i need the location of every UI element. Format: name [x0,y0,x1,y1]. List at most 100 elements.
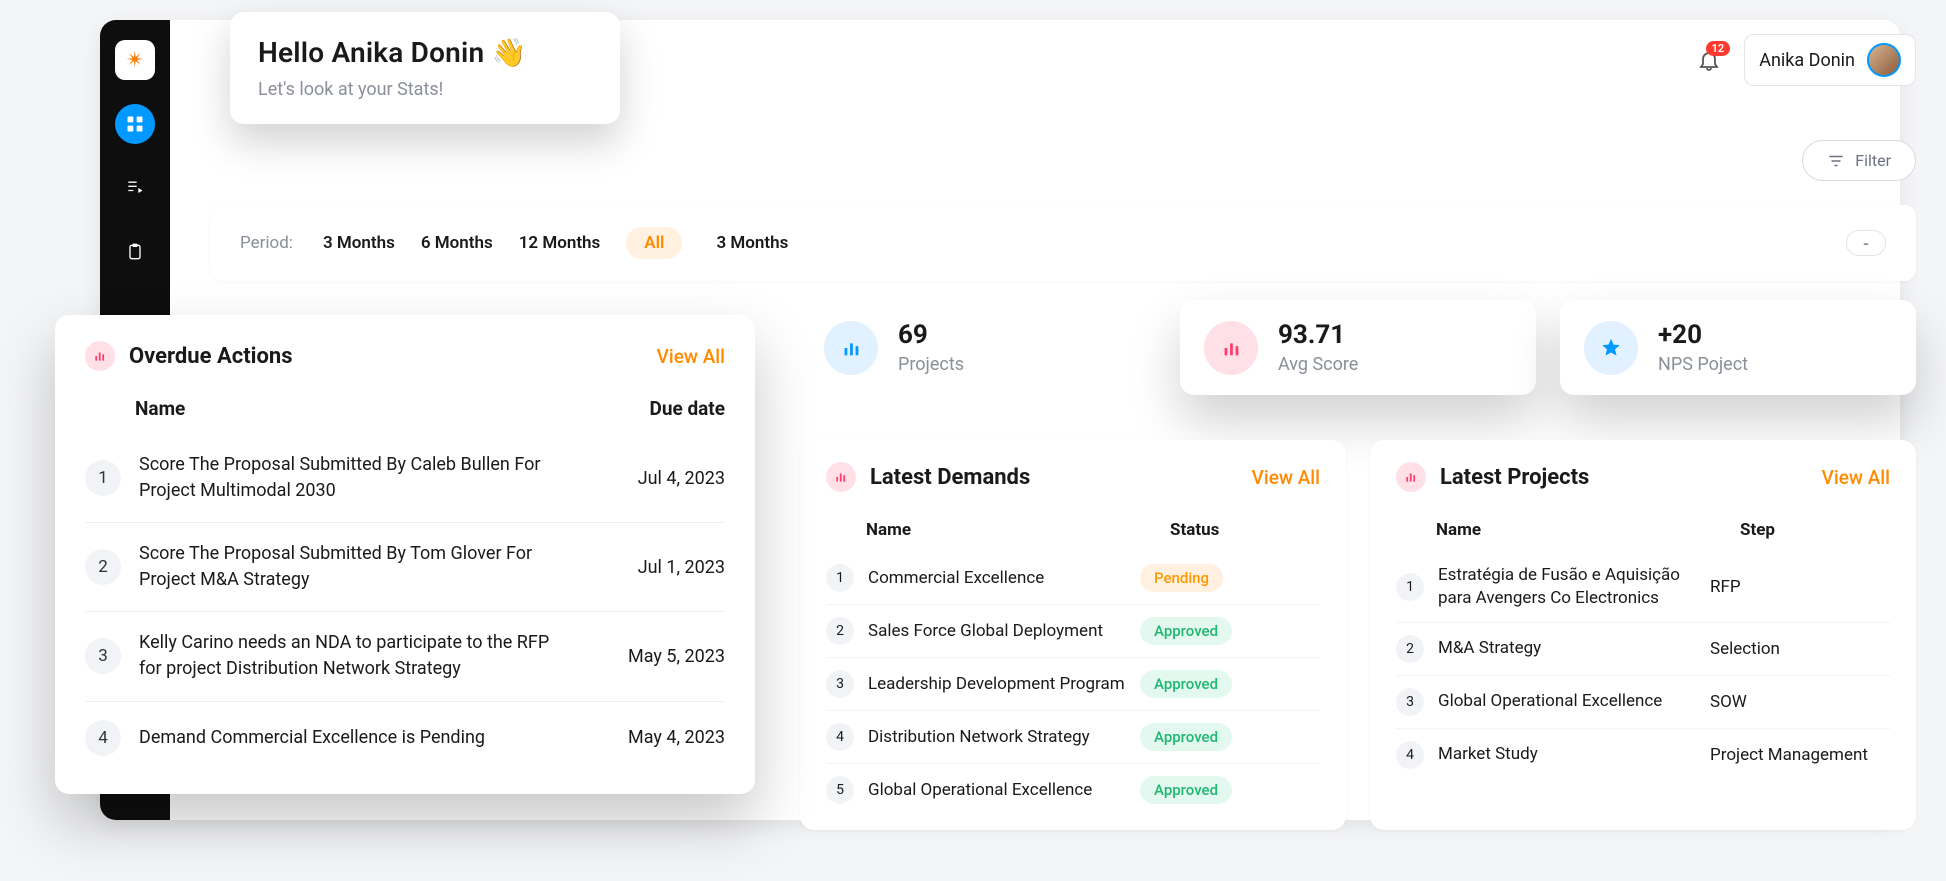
overdue-row[interactable]: 2 Score The Proposal Submitted By Tom Gl… [85,522,725,611]
stat-projects-value: 69 [898,320,964,350]
bars-icon [1396,462,1426,492]
demand-row[interactable]: 5 Global Operational Excellence Approved [826,763,1320,816]
overdue-row[interactable]: 1 Score The Proposal Submitted By Caleb … [85,434,725,522]
status-badge: Approved [1140,776,1232,804]
demands-title: Latest Demands [870,465,1030,490]
notifications-badge: 12 [1706,41,1731,56]
row-index: 3 [85,638,121,674]
project-row[interactable]: 1 Estratégia de Fusão e Aquisição para A… [1396,552,1890,622]
overdue-row-name: Kelly Carino needs an NDA to participate… [139,630,555,682]
period-option-12m[interactable]: 12 Months [519,233,601,253]
greeting-subtitle: Let's look at your Stats! [258,79,592,100]
stats-row: 69 Projects 93.71 Avg Score +20 NPS Poje… [800,300,1946,395]
notifications-button[interactable]: 12 [1694,45,1724,75]
stat-nps-label: NPS Poject [1658,354,1748,375]
demands-col-name: Name [866,520,1170,540]
stat-projects-label: Projects [898,354,964,375]
projects-title: Latest Projects [1440,465,1589,490]
demand-row-name: Global Operational Excellence [868,779,1140,802]
latest-demands-card: Latest Demands View All Name Status 1 Co… [800,440,1346,830]
overdue-col-due: Due date [555,397,725,420]
row-index: 4 [1396,741,1424,769]
overdue-row-due: Jul 4, 2023 [555,468,725,489]
project-row-step: SOW [1710,692,1890,712]
demand-row[interactable]: 4 Distribution Network Strategy Approved [826,710,1320,763]
row-index: 2 [826,617,854,645]
filter-button[interactable]: Filter [1802,140,1916,181]
project-row[interactable]: 2 M&A Strategy Selection [1396,622,1890,675]
user-menu[interactable]: Anika Donin [1744,34,1916,86]
row-index: 5 [826,776,854,804]
demand-row-name: Leadership Development Program [868,673,1140,696]
filter-label: Filter [1855,151,1891,170]
sparkle-icon: ✴ [126,48,144,73]
overdue-row-name: Demand Commercial Excellence is Pending [139,725,555,751]
overdue-col-name: Name [135,397,555,420]
period-bar: Period: 3 Months 6 Months 12 Months All … [210,205,1916,281]
project-row-step: RFP [1710,577,1890,597]
stat-projects[interactable]: 69 Projects [800,300,1156,395]
overdue-row-due: May 4, 2023 [555,727,725,748]
project-row-name: Market Study [1438,743,1710,766]
greeting-title: Hello Anika Donin 👋 [258,36,592,69]
demand-row[interactable]: 3 Leadership Development Program Approve… [826,657,1320,710]
overdue-row[interactable]: 3 Kelly Carino needs an NDA to participa… [85,611,725,700]
demands-view-all[interactable]: View All [1252,466,1320,489]
project-row-step: Selection [1710,639,1890,659]
overdue-view-all[interactable]: View All [657,345,725,368]
latest-projects-card: Latest Projects View All Name Step 1 Est… [1370,440,1916,830]
row-index: 3 [826,670,854,698]
demand-row[interactable]: 2 Sales Force Global Deployment Approved [826,604,1320,657]
status-badge: Pending [1140,564,1223,592]
row-index: 2 [1396,635,1424,663]
overdue-row-due: Jul 1, 2023 [555,557,725,578]
period-option-3m[interactable]: 3 Months [323,233,395,253]
demands-col-status: Status [1170,520,1320,540]
period-collapse[interactable]: - [1846,230,1886,256]
overdue-actions-card: Overdue Actions View All Name Due date 1… [55,315,755,794]
row-index: 1 [85,460,121,496]
projects-view-all[interactable]: View All [1822,466,1890,489]
overdue-title: Overdue Actions [129,344,293,369]
avatar [1867,43,1901,77]
stat-avg-score[interactable]: 93.71 Avg Score [1180,300,1536,395]
overdue-row-due: May 5, 2023 [555,646,725,667]
app-logo[interactable]: ✴ [115,40,155,80]
row-index: 1 [1396,573,1424,601]
project-row-name: Estratégia de Fusão e Aquisição para Ave… [1438,564,1710,610]
greeting-card: Hello Anika Donin 👋 Let's look at your S… [230,12,620,124]
nav-dashboard[interactable] [115,104,155,144]
project-row[interactable]: 3 Global Operational Excellence SOW [1396,675,1890,728]
overdue-row[interactable]: 4 Demand Commercial Excellence is Pendin… [85,701,725,774]
star-icon [1584,321,1638,375]
nav-clipboard[interactable] [115,232,155,272]
stat-avg-value: 93.71 [1278,320,1358,350]
stat-nps[interactable]: +20 NPS Poject [1560,300,1916,395]
period-label: Period: [240,233,293,253]
project-row[interactable]: 4 Market Study Project Management [1396,728,1890,781]
clipboard-icon [125,242,145,262]
nav-pipeline[interactable] [115,168,155,208]
row-index: 3 [1396,688,1424,716]
demand-row-name: Distribution Network Strategy [868,726,1140,749]
project-row-step: Project Management [1710,745,1890,765]
status-badge: Approved [1140,723,1232,751]
overdue-row-name: Score The Proposal Submitted By Caleb Bu… [139,452,555,504]
bars-icon [1204,321,1258,375]
stat-avg-label: Avg Score [1278,354,1358,375]
user-name: Anika Donin [1759,50,1855,71]
row-index: 4 [826,723,854,751]
demand-row-name: Sales Force Global Deployment [868,620,1140,643]
row-index: 1 [826,564,854,592]
period-option-extra[interactable]: 3 Months [716,233,788,253]
project-row-name: Global Operational Excellence [1438,690,1710,713]
grid-icon [125,114,145,134]
period-option-all[interactable]: All [626,227,682,259]
status-badge: Approved [1140,670,1232,698]
period-option-6m[interactable]: 6 Months [421,233,493,253]
status-badge: Approved [1140,617,1232,645]
row-index: 2 [85,549,121,585]
demand-row[interactable]: 1 Commercial Excellence Pending [826,552,1320,604]
projects-col-step: Step [1740,520,1890,540]
play-list-icon [125,178,145,198]
